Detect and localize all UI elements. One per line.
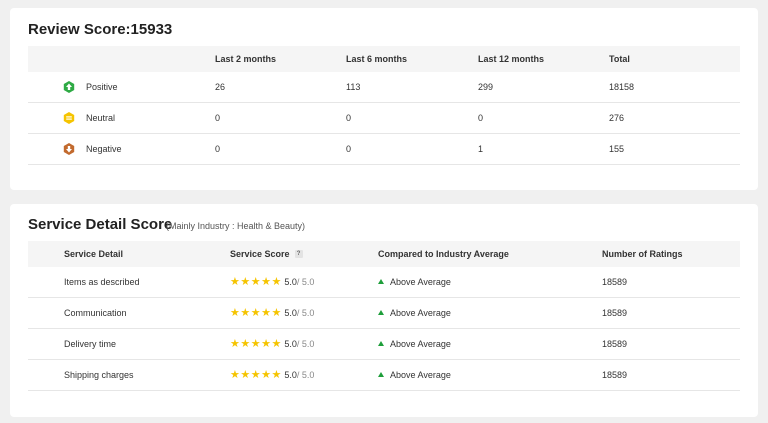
review-score-table: Last 2 months Last 6 months Last 12 mont… [28,46,740,165]
up-arrow-icon [378,310,384,315]
review-score-title: Review Score:15933 [28,21,173,38]
neutral-icon [63,112,75,124]
ratings-count: 18589 [602,277,628,287]
review-table-header: Last 2 months Last 6 months Last 12 mont… [28,46,740,72]
detail-row: Delivery time ★★★★★ 5.0/ 5.0 Above Avera… [28,329,740,360]
header-compared: Compared to Industry Average [378,249,509,259]
service-detail-title: Service Detail Score [28,216,173,233]
header-service-detail: Service Detail [64,249,124,259]
service-score: ★★★★★ 5.0/ 5.0 [230,369,315,381]
ratings-count: 18589 [602,308,628,318]
review-label: Neutral [86,113,116,123]
detail-label: Communication [64,308,127,318]
review-value: 155 [609,144,625,154]
detail-label: Delivery time [64,339,117,349]
review-value: 0 [346,144,352,154]
service-score: ★★★★★ 5.0/ 5.0 [230,276,315,288]
detail-label: Items as described [64,277,140,287]
review-label: Positive [86,82,118,92]
up-arrow-icon [378,341,384,346]
industry-subtitle: (Mainly Industry : Health & Beauty) [166,221,306,231]
header-service-score: Service Score? [230,241,303,267]
up-arrow-icon [378,372,384,377]
positive-icon [63,81,75,93]
review-value: 18158 [609,82,635,92]
service-detail-card: Service Detail Score (Mainly Industry : … [10,204,758,417]
review-score-card: Review Score:15933 Last 2 months Last 6 … [10,8,758,190]
detail-row: Shipping charges ★★★★★ 5.0/ 5.0 Above Av… [28,360,740,391]
detail-row: Communication ★★★★★ 5.0/ 5.0 Above Avera… [28,298,740,329]
review-row-positive: Positive 26 113 299 18158 [28,72,740,103]
header-number-of-ratings: Number of Ratings [602,249,683,259]
ratings-count: 18589 [602,339,628,349]
star-rating-icon: ★★★★★ [230,338,282,350]
detail-table-header: Service Detail Service Score? Compared t… [28,241,740,267]
compare-value: Above Average [378,267,451,297]
compare-value: Above Average [378,298,451,328]
review-value: 113 [346,82,361,92]
header-total: Total [609,54,630,64]
review-row-negative: Negative 0 0 1 155 [28,134,740,165]
review-value: 0 [346,113,352,123]
review-value: 0 [215,144,221,154]
header-last-2-months: Last 2 months [215,54,277,64]
star-rating-icon: ★★★★★ [230,276,282,288]
review-value: 26 [215,82,226,92]
review-value: 0 [215,113,221,123]
header-last-12-months: Last 12 months [478,54,545,64]
help-icon[interactable]: ? [294,249,303,258]
review-label: Negative [86,144,122,154]
service-detail-table: Service Detail Service Score? Compared t… [28,241,740,391]
star-rating-icon: ★★★★★ [230,307,282,319]
compare-value: Above Average [378,360,451,390]
detail-row: Items as described ★★★★★ 5.0/ 5.0 Above … [28,267,740,298]
review-row-neutral: Neutral 0 0 0 276 [28,103,740,134]
star-rating-icon: ★★★★★ [230,369,282,381]
review-value: 299 [478,82,494,92]
ratings-count: 18589 [602,370,628,380]
detail-label: Shipping charges [64,370,134,380]
review-value: 276 [609,113,625,123]
service-score: ★★★★★ 5.0/ 5.0 [230,307,315,319]
header-last-6-months: Last 6 months [346,54,408,64]
review-value: 1 [478,144,484,154]
review-value: 0 [478,113,484,123]
negative-icon [63,143,75,155]
up-arrow-icon [378,279,384,284]
service-score: ★★★★★ 5.0/ 5.0 [230,338,315,350]
compare-value: Above Average [378,329,451,359]
